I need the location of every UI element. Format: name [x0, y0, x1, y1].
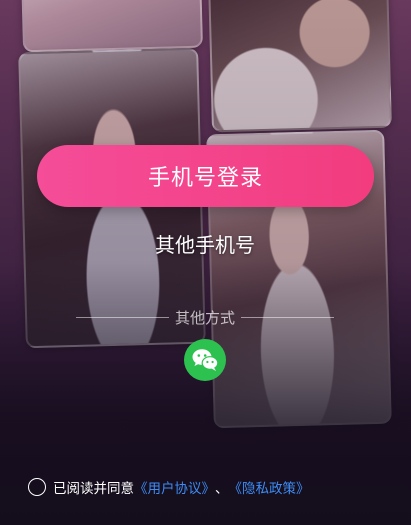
divider-line-right: [241, 316, 335, 318]
agreement-row: 已阅读并同意 《用户协议》 、 《隐私政策》: [28, 476, 310, 498]
privacy-policy-link[interactable]: 《隐私政策》: [229, 477, 310, 497]
phone-login-button[interactable]: 手机号登录: [37, 145, 374, 207]
agreement-prefix: 已阅读并同意: [53, 481, 134, 497]
user-agreement-link[interactable]: 《用户协议》: [134, 477, 215, 497]
agreement-checkbox[interactable]: [28, 478, 46, 496]
wechat-login-button[interactable]: [184, 339, 226, 381]
other-methods-divider: 其他方式: [76, 306, 335, 328]
other-methods-label: 其他方式: [175, 308, 236, 327]
other-phone-button[interactable]: 其他手机号: [105, 226, 305, 264]
wechat-icon: [192, 349, 219, 371]
agreement-separator: 、: [215, 481, 229, 497]
divider-line-left: [76, 316, 169, 318]
